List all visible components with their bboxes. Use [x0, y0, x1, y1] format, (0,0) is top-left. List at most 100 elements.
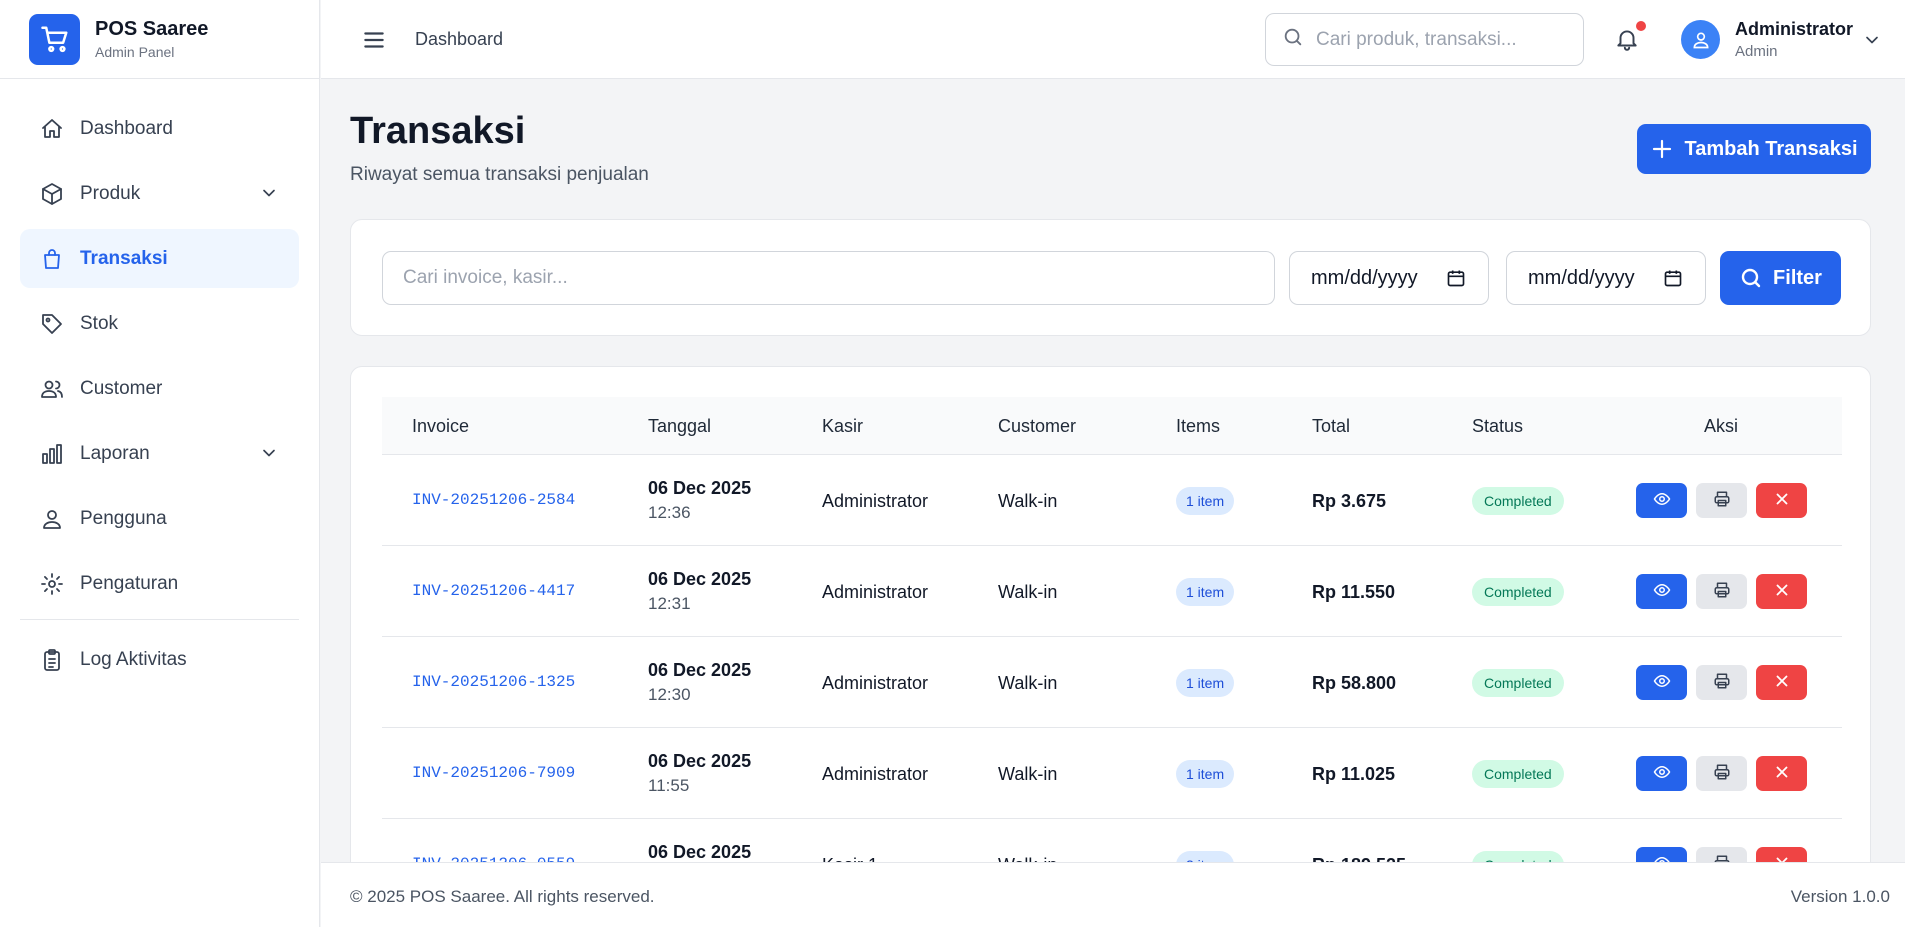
box-icon	[40, 182, 64, 206]
delete-button[interactable]	[1756, 483, 1807, 518]
close-icon	[1773, 490, 1791, 511]
delete-button[interactable]	[1756, 665, 1807, 700]
brand[interactable]: POS Saaree Admin Panel	[0, 0, 319, 79]
column-header-aksi: Aksi	[1704, 416, 1739, 436]
sidebar-item-laporan[interactable]: Laporan	[20, 424, 299, 483]
items-badge: 1 item	[1176, 669, 1235, 697]
chevron-down-icon[interactable]	[1862, 30, 1882, 50]
sidebar-item-produk[interactable]: Produk	[20, 164, 299, 223]
status-badge: Completed	[1472, 487, 1564, 515]
sidebar-divider	[20, 619, 299, 620]
tag-icon	[40, 312, 64, 336]
breadcrumb[interactable]: Dashboard	[415, 29, 503, 50]
transaction-time: 12:30	[648, 685, 691, 704]
sidebar-item-label: Laporan	[80, 442, 150, 464]
sidebar-item-log-aktivitas[interactable]: Log Aktivitas	[20, 630, 299, 689]
print-button[interactable]	[1696, 574, 1747, 609]
calendar-icon[interactable]	[1663, 268, 1683, 288]
sidebar-nav: Dashboard Produk Transaksi Stok Customer…	[0, 79, 319, 689]
shopping-cart-icon	[29, 13, 80, 65]
table-row: INV-20251206-2584 06 Dec 2025 12:36 Admi…	[382, 455, 1842, 546]
topbar: Dashboard Administrator Admin	[321, 0, 1905, 79]
delete-button[interactable]	[1756, 574, 1807, 609]
cashier-name: Administrator	[822, 491, 929, 511]
invoice-search-input[interactable]	[382, 251, 1275, 305]
view-button[interactable]	[1636, 756, 1687, 791]
column-header-invoice: Invoice	[412, 416, 470, 436]
sidebar-item-label: Pengguna	[80, 507, 167, 529]
brand-subtitle: Admin Panel	[95, 44, 175, 60]
eye-icon	[1653, 672, 1671, 693]
sidebar-item-label: Stok	[80, 312, 119, 334]
global-search-input[interactable]	[1316, 28, 1566, 51]
filter-button-label: Filter	[1773, 266, 1822, 289]
transaction-total: Rp 3.675	[1312, 491, 1387, 511]
calendar-icon[interactable]	[1446, 268, 1466, 288]
footer: © 2025 POS Saaree. All rights reserved. …	[321, 862, 1905, 927]
cashier-name: Administrator	[822, 673, 929, 693]
print-button[interactable]	[1696, 756, 1747, 791]
sidebar-item-dashboard[interactable]: Dashboard	[20, 99, 299, 158]
bar-chart-icon	[40, 442, 64, 466]
add-transaction-label: Tambah Transaksi	[1684, 137, 1858, 160]
eye-icon	[1653, 581, 1671, 602]
notification-badge	[1636, 21, 1646, 31]
cashier-name: Administrator	[822, 582, 929, 602]
invoice-link[interactable]: INV-20251206-4417	[412, 582, 575, 600]
view-button[interactable]	[1636, 665, 1687, 700]
sidebar-item-label: Pengaturan	[80, 572, 179, 594]
transaction-total: Rp 11.025	[1312, 764, 1396, 784]
invoice-link[interactable]: INV-20251206-1325	[412, 673, 575, 691]
view-button[interactable]	[1636, 574, 1687, 609]
menu-icon[interactable]	[361, 27, 387, 53]
sidebar: POS Saaree Admin Panel Dashboard Produk …	[0, 0, 320, 927]
table-row: INV-20251206-7909 06 Dec 2025 11:55 Admi…	[382, 728, 1842, 819]
transaction-total: Rp 11.550	[1312, 582, 1396, 602]
date-from-value: mm/dd/yyyy	[1311, 266, 1418, 289]
sidebar-item-label: Dashboard	[80, 117, 173, 139]
date-to-input[interactable]: mm/dd/yyyy	[1506, 251, 1706, 305]
invoice-link[interactable]: INV-20251206-2584	[412, 491, 575, 509]
eye-icon	[1653, 763, 1671, 784]
column-header-total: Total	[1312, 416, 1351, 436]
chevron-down-icon	[259, 183, 279, 203]
column-header-items: Items	[1176, 416, 1221, 436]
global-search[interactable]	[1265, 13, 1584, 66]
delete-button[interactable]	[1756, 756, 1807, 791]
user-role: Admin	[1735, 43, 1778, 60]
filter-button[interactable]: Filter	[1720, 251, 1841, 305]
shopping-bag-icon	[40, 247, 64, 271]
view-button[interactable]	[1636, 483, 1687, 518]
table-row: INV-20251206-1325 06 Dec 2025 12:30 Admi…	[382, 637, 1842, 728]
add-transaction-button[interactable]: Tambah Transaksi	[1637, 124, 1871, 174]
customer-name: Walk-in	[998, 764, 1058, 784]
filter-card: mm/dd/yyyy mm/dd/yyyy Filter	[350, 219, 1871, 336]
transaction-date: 06 Dec 2025	[648, 751, 752, 771]
items-badge: 1 item	[1176, 578, 1235, 606]
plus-icon	[1650, 137, 1674, 161]
print-button[interactable]	[1696, 483, 1747, 518]
items-badge: 1 item	[1176, 760, 1235, 788]
column-header-customer: Customer	[998, 416, 1077, 436]
printer-icon	[1713, 763, 1731, 784]
date-from-input[interactable]: mm/dd/yyyy	[1289, 251, 1489, 305]
sidebar-item-pengaturan[interactable]: Pengaturan	[20, 554, 299, 613]
print-button[interactable]	[1696, 665, 1747, 700]
copyright: © 2025 POS Saaree. All rights reserved.	[350, 887, 655, 906]
transaction-total: Rp 58.800	[1312, 673, 1397, 693]
transaction-date: 06 Dec 2025	[648, 569, 752, 589]
sidebar-item-label: Log Aktivitas	[80, 648, 187, 670]
invoice-link[interactable]: INV-20251206-7909	[412, 764, 575, 782]
sidebar-item-stok[interactable]: Stok	[20, 294, 299, 353]
sidebar-item-customer[interactable]: Customer	[20, 359, 299, 418]
table-header: Invoice Tanggal Kasir Customer Items Tot…	[382, 397, 1842, 455]
sidebar-item-transaksi[interactable]: Transaksi	[20, 229, 299, 288]
version: Version 1.0.0	[1790, 887, 1890, 906]
avatar[interactable]	[1681, 20, 1720, 59]
gear-icon	[40, 572, 64, 596]
user-name[interactable]: Administrator	[1735, 19, 1853, 40]
bell-icon[interactable]	[1614, 26, 1640, 52]
status-badge: Completed	[1472, 669, 1564, 697]
sidebar-item-label: Customer	[80, 377, 163, 399]
sidebar-item-pengguna[interactable]: Pengguna	[20, 489, 299, 548]
